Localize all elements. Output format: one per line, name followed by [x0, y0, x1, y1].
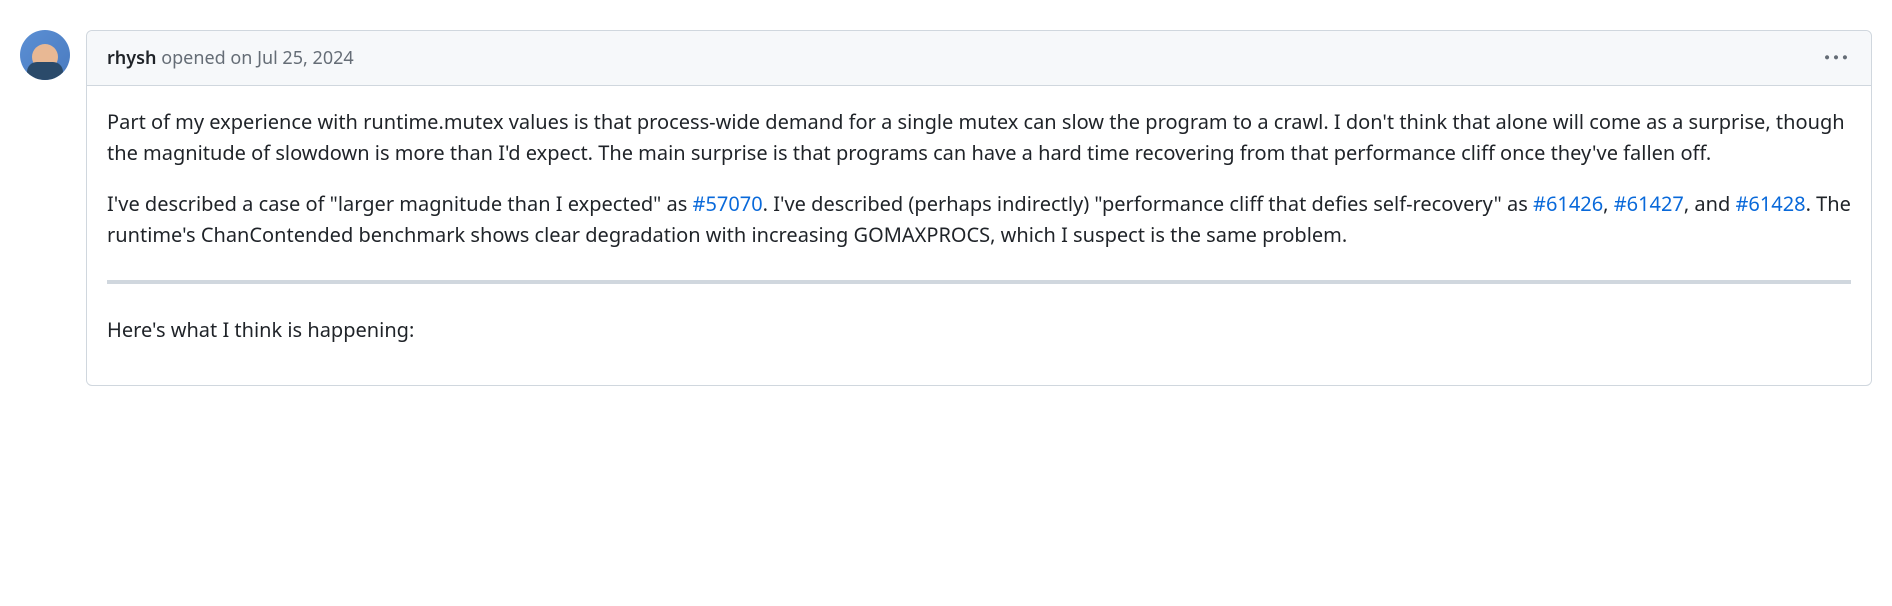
- author-name[interactable]: rhysh: [107, 46, 157, 70]
- paragraph-2: I've described a case of "larger magnitu…: [107, 188, 1851, 250]
- paragraph-1: Part of my experience with runtime.mutex…: [107, 106, 1851, 168]
- issue-link-57070[interactable]: #57070: [693, 190, 763, 217]
- paragraph-3: Here's what I think is happening:: [107, 314, 1851, 345]
- comment-body: Part of my experience with runtime.mutex…: [87, 86, 1871, 385]
- comment-container: rhysh opened on Jul 25, 2024 Part of my …: [20, 30, 1872, 386]
- action-text: opened on: [161, 46, 252, 70]
- issue-link-61426[interactable]: #61426: [1533, 190, 1603, 217]
- comment-meta: rhysh opened on Jul 25, 2024: [107, 46, 354, 70]
- comment-box: rhysh opened on Jul 25, 2024 Part of my …: [86, 30, 1872, 386]
- comment-header: rhysh opened on Jul 25, 2024: [87, 31, 1871, 86]
- author-avatar[interactable]: [20, 30, 70, 80]
- opened-date: Jul 25, 2024: [257, 46, 354, 70]
- issue-link-61427[interactable]: #61427: [1614, 190, 1684, 217]
- kebab-menu-icon[interactable]: [1821, 43, 1851, 73]
- issue-link-61428[interactable]: #61428: [1735, 190, 1805, 217]
- divider: [107, 280, 1851, 284]
